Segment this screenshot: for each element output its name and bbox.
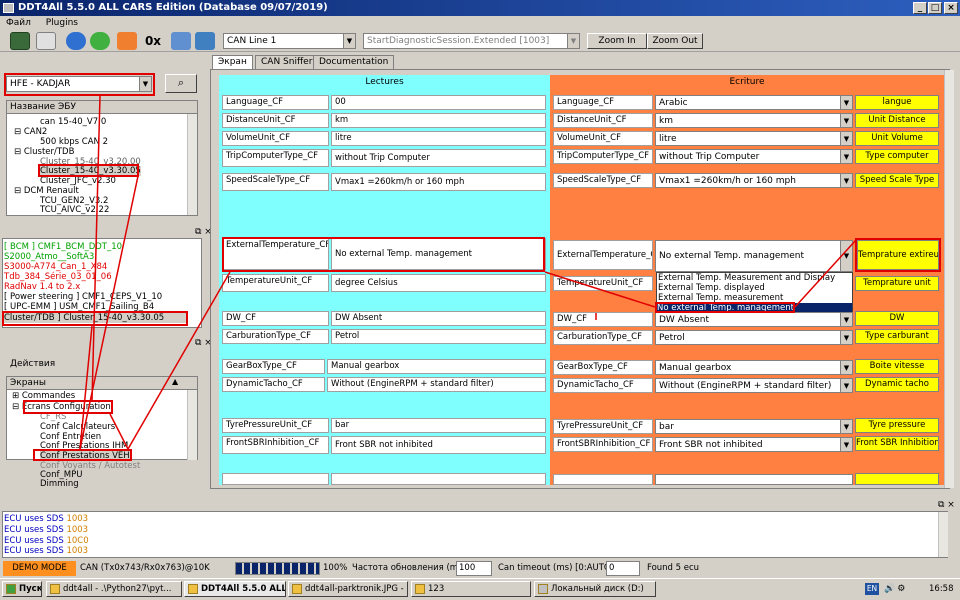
taskbar-item-label: ddt4all - .\Python27\pyt...: [63, 584, 172, 594]
folder-icon: [415, 584, 425, 594]
found-ecu-label: Found 5 ecu: [647, 563, 700, 573]
log-line: ECU uses SDS 10C0: [4, 536, 89, 546]
taskbar-item-label: 123: [428, 584, 445, 594]
log-prefix: ECU uses SDS: [4, 536, 64, 546]
log-code: 1003: [66, 546, 89, 556]
windows-icon: [6, 584, 16, 594]
refresh-spinbox[interactable]: 100: [456, 561, 492, 576]
taskbar-item-label: Локальный диск (D:): [551, 584, 644, 594]
log-panel: [2, 511, 948, 558]
taskbar-item[interactable]: ddt4all-parktronik.JPG - ...: [288, 581, 408, 597]
clock: 16:58: [929, 584, 954, 594]
log-line: ECU uses SDS 1003: [4, 525, 88, 535]
progress-label: 100%: [323, 563, 348, 573]
can-status: CAN (Tx0x743/Rx0x763)@10K: [80, 563, 210, 573]
progress-bar: [235, 562, 320, 575]
log-line: ECU uses SDS 1003: [4, 546, 88, 556]
demo-mode-badge[interactable]: DEMO MODE: [3, 561, 76, 576]
log-prefix: ECU uses SDS: [4, 546, 64, 556]
log-code: 1003: [66, 514, 89, 524]
log-code: 1003: [66, 525, 89, 535]
timeout-label: Can timeout (ms) [0:AUTO] :: [498, 563, 620, 573]
log-prefix: ECU uses SDS: [4, 514, 64, 524]
taskbar-item[interactable]: Локальный диск (D:): [534, 581, 656, 597]
taskbar-item-label: DDT4All 5.5.0 ALL CAR...: [201, 584, 286, 594]
image-icon: [292, 584, 302, 594]
app-icon: [188, 584, 198, 594]
log-scrollbar[interactable]: [938, 512, 948, 557]
tray-icons[interactable]: 🔊⚙: [884, 584, 924, 596]
annotation-lines: [79, 95, 857, 450]
taskbar-item-label: ddt4all-parktronik.JPG - ...: [305, 584, 408, 594]
taskbar-item-active[interactable]: DDT4All 5.5.0 ALL CAR...: [184, 581, 286, 597]
log-code: 10C0: [66, 536, 89, 546]
log-line: ECU uses SDS 1003: [4, 514, 88, 524]
undock-icon[interactable]: ⧉ ×: [938, 500, 955, 510]
taskbar-item[interactable]: ddt4all - .\Python27\pyt...: [46, 581, 182, 597]
taskbar-item[interactable]: 123: [411, 581, 531, 597]
timeout-spinbox[interactable]: 0: [606, 561, 640, 576]
terminal-icon: [50, 584, 60, 594]
language-indicator[interactable]: EN: [865, 583, 879, 595]
log-prefix: ECU uses SDS: [4, 525, 64, 535]
start-button[interactable]: Пуск: [2, 581, 42, 597]
refresh-label: Частота обновления (ms):: [352, 563, 469, 573]
drive-icon: [538, 584, 548, 594]
start-label: Пуск: [19, 584, 42, 594]
